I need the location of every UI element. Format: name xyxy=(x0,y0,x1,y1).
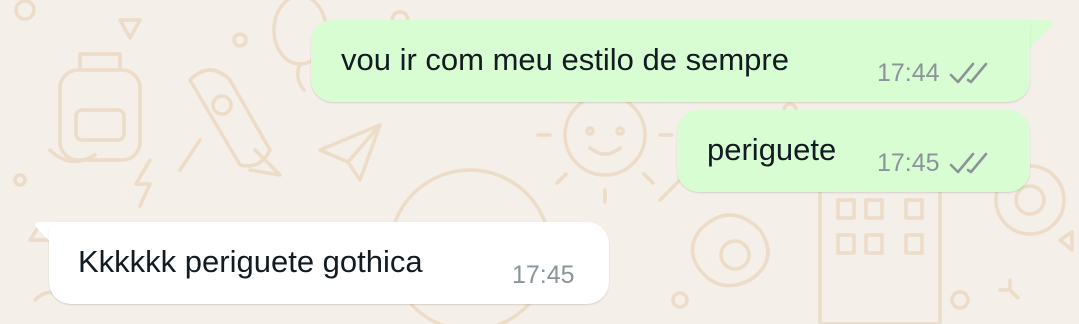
double-check-icon xyxy=(949,62,987,84)
message-text: periguete xyxy=(707,132,837,167)
message-time: 17:45 xyxy=(512,261,575,289)
message-time: 17:45 xyxy=(877,149,940,177)
message-text: vou ir com meu estilo de sempre xyxy=(341,42,789,77)
message-bubble-outgoing[interactable]: vou ir com meu estilo de sempre 17:44 xyxy=(311,20,1030,102)
message-meta: 17:45 xyxy=(512,260,575,290)
double-check-icon xyxy=(949,152,987,174)
message-bubble-outgoing[interactable]: periguete 17:45 xyxy=(677,110,1030,192)
message-meta: 17:45 xyxy=(877,148,994,178)
message-text: Kkkkkk periguete gothica xyxy=(78,244,423,279)
message-meta: 17:44 xyxy=(877,58,994,88)
message-bubble-incoming[interactable]: Kkkkkk periguete gothica 17:45 xyxy=(49,222,609,304)
message-list[interactable]: vou ir com meu estilo de sempre 17:44 pe… xyxy=(0,0,1079,324)
message-time: 17:44 xyxy=(877,59,940,87)
